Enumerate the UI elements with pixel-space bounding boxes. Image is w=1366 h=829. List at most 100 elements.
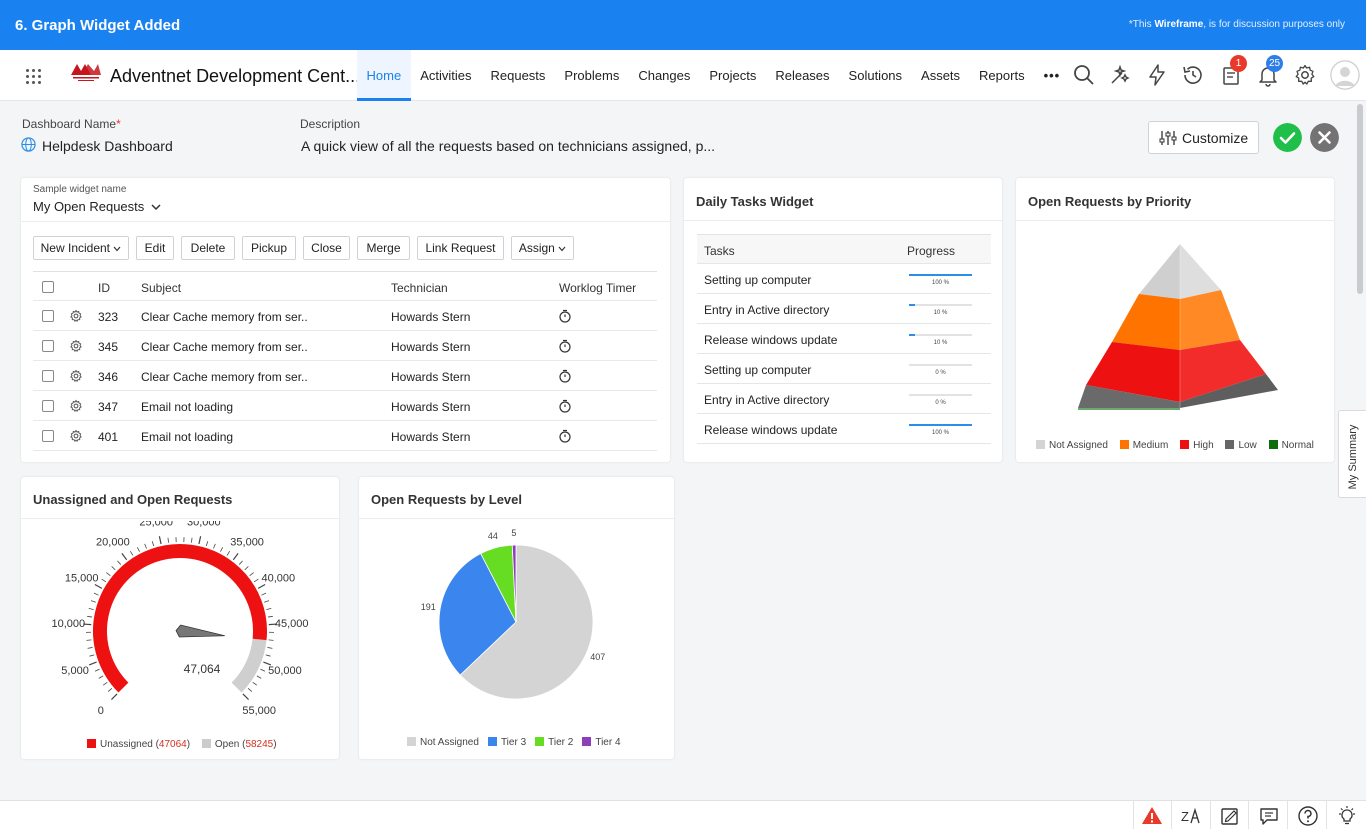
task-row[interactable]: Setting up computer 100 % [697, 264, 991, 294]
timer-icon[interactable] [558, 339, 572, 353]
gauge-tick-label: 5,000 [61, 665, 89, 677]
timer-icon[interactable] [558, 429, 572, 443]
pyramid-segment-not-assigned[interactable] [1139, 244, 1180, 299]
translate-icon[interactable]: Z [1180, 805, 1202, 827]
tab-problems[interactable]: Problems [555, 50, 629, 101]
dashboard-name[interactable]: Helpdesk Dashboard [42, 138, 173, 154]
request-id[interactable]: 345 [98, 340, 118, 354]
tab-assets[interactable]: Assets [912, 50, 970, 101]
tab-home[interactable]: Home [357, 50, 411, 101]
request-id[interactable]: 401 [98, 430, 118, 444]
gauge-band-open[interactable] [231, 638, 267, 693]
task-row[interactable]: Release windows update 100 % [697, 414, 991, 444]
table-row[interactable]: 347 Email not loading Howards Stern [33, 391, 657, 421]
legend-item[interactable]: Open (58245) [201, 739, 277, 750]
legend-item[interactable]: Not Assigned [1036, 440, 1108, 451]
legend-item[interactable]: Normal [1268, 440, 1314, 451]
legend-item[interactable]: Tier 4 [582, 737, 621, 748]
table-row[interactable]: 323 Clear Cache memory from ser.. Howard… [33, 301, 657, 331]
search-icon[interactable] [1072, 63, 1096, 87]
row-checkbox[interactable] [42, 430, 54, 442]
more-tabs-button[interactable]: ••• [1034, 50, 1070, 101]
task-progress-bar [909, 274, 972, 276]
table-row[interactable]: 401 Email not loading Howards Stern [33, 421, 657, 451]
tab-solutions[interactable]: Solutions [839, 50, 911, 101]
tasks-icon-wrap[interactable]: 1 [1220, 55, 1247, 87]
legend-item[interactable]: Low [1225, 440, 1257, 451]
save-check-icon[interactable] [1273, 123, 1302, 152]
legend-item[interactable]: Unassigned (47064) [87, 739, 190, 750]
gear-icon[interactable] [69, 339, 83, 353]
my-summary-tab[interactable]: My Summary [1338, 410, 1366, 498]
request-subject[interactable]: Email not loading [141, 430, 233, 444]
cancel-close-icon[interactable] [1310, 123, 1339, 152]
notifications-icon-wrap[interactable]: 25 [1256, 55, 1284, 87]
legend-item[interactable]: Tier 2 [535, 737, 573, 748]
help-icon[interactable] [1297, 805, 1319, 827]
request-id[interactable]: 323 [98, 310, 118, 324]
legend-item[interactable]: Tier 3 [487, 737, 526, 748]
legend-item[interactable]: Not Assigned [407, 737, 479, 748]
widget-name-dropdown[interactable]: My Open Requests [33, 199, 161, 214]
table-row[interactable]: 346 Clear Cache memory from ser.. Howard… [33, 361, 657, 391]
request-id[interactable]: 346 [98, 370, 118, 384]
pyramid-segment-normal[interactable] [1078, 408, 1180, 410]
chat-icon[interactable] [1258, 805, 1280, 827]
tab-releases[interactable]: Releases [766, 50, 839, 101]
organization-name[interactable]: Adventnet Development Cent... [110, 66, 360, 87]
timer-icon[interactable] [558, 399, 572, 413]
dashboard-description[interactable]: A quick view of all the requests based o… [301, 138, 715, 154]
row-checkbox[interactable] [42, 340, 54, 352]
close-button[interactable]: Close [303, 236, 350, 260]
tab-changes[interactable]: Changes [629, 50, 700, 101]
task-row[interactable]: Entry in Active directory 10 % [697, 294, 991, 324]
pickup-button[interactable]: Pickup [242, 236, 296, 260]
timer-icon[interactable] [558, 369, 572, 383]
timer-icon[interactable] [558, 309, 572, 323]
pyramid-segment-medium[interactable] [1112, 294, 1180, 350]
select-all-checkbox[interactable] [42, 281, 54, 293]
customize-button[interactable]: Customize [1148, 121, 1259, 154]
history-icon[interactable] [1181, 63, 1205, 87]
gear-icon[interactable] [69, 399, 83, 413]
lightbulb-icon[interactable] [1336, 805, 1358, 827]
legend-item[interactable]: Medium [1119, 440, 1168, 451]
warning-icon[interactable] [1141, 805, 1163, 827]
edit-button[interactable]: Edit [136, 236, 174, 260]
link-request-button[interactable]: Link Request [417, 236, 504, 260]
tab-projects[interactable]: Projects [700, 50, 766, 101]
gear-icon[interactable] [1293, 63, 1317, 87]
lightning-icon[interactable] [1145, 63, 1169, 87]
request-id[interactable]: 347 [98, 400, 118, 414]
row-checkbox[interactable] [42, 370, 54, 382]
gauge-band-unassigned[interactable] [93, 544, 267, 693]
request-subject[interactable]: Clear Cache memory from ser.. [141, 340, 308, 354]
request-subject[interactable]: Clear Cache memory from ser.. [141, 310, 308, 324]
gauge-major-tick [94, 583, 103, 589]
page-scrollbar[interactable] [1357, 104, 1363, 294]
task-row[interactable]: Release windows update 10 % [697, 324, 991, 354]
magic-icon[interactable] [1108, 63, 1132, 87]
task-row[interactable]: Setting up computer 0 % [697, 354, 991, 384]
notes-icon[interactable] [1219, 805, 1241, 827]
table-row[interactable]: 345 Clear Cache memory from ser.. Howard… [33, 331, 657, 361]
request-subject[interactable]: Email not loading [141, 400, 233, 414]
tab-activities[interactable]: Activities [411, 50, 481, 101]
task-row[interactable]: Entry in Active directory 0 % [697, 384, 991, 414]
tab-reports[interactable]: Reports [970, 50, 1035, 101]
request-subject[interactable]: Clear Cache memory from ser.. [141, 370, 308, 384]
row-checkbox[interactable] [42, 400, 54, 412]
gear-icon[interactable] [69, 429, 83, 443]
tab-requests[interactable]: Requests [481, 50, 555, 101]
gear-icon[interactable] [69, 309, 83, 323]
gear-icon[interactable] [69, 369, 83, 383]
row-checkbox[interactable] [42, 310, 54, 322]
request-technician: Howards Stern [391, 340, 471, 354]
user-avatar[interactable] [1330, 60, 1360, 90]
merge-button[interactable]: Merge [357, 236, 410, 260]
assign-button[interactable]: Assign [511, 236, 574, 260]
delete-button[interactable]: Delete [181, 236, 235, 260]
apps-grid-icon[interactable] [26, 69, 42, 85]
new-incident-button[interactable]: New Incident [33, 236, 129, 260]
legend-item[interactable]: High [1180, 440, 1214, 451]
